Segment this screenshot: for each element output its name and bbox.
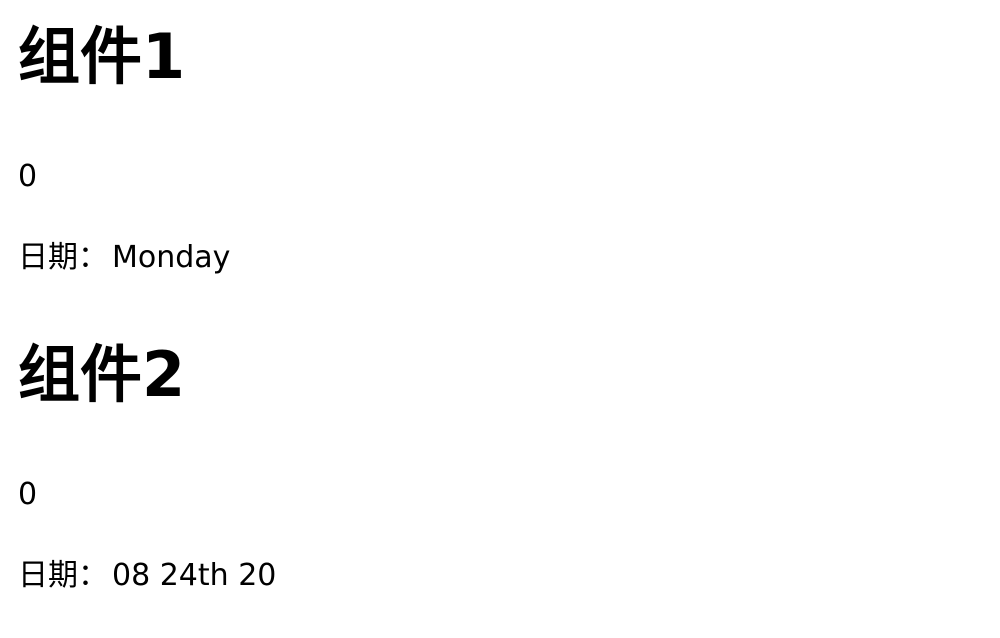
component-2-count: 0 (18, 477, 38, 512)
page: 组件1 0 日期： Monday 组件2 0 日期： 08 24th 20 (0, 0, 1000, 638)
component-1-title: 组件1 (18, 20, 186, 93)
component-1-date: 日期： Monday (18, 243, 230, 273)
component-1-date-label: 日期： (18, 240, 108, 275)
component-2-date-label: 日期： (18, 558, 108, 593)
component-2-title: 组件2 (18, 338, 186, 411)
component-1-date-value: Monday (112, 240, 231, 275)
component-1-count: 0 (18, 159, 38, 194)
component-2-date-value: 08 24th 20 (112, 558, 277, 593)
component-2-date: 日期： 08 24th 20 (18, 561, 276, 591)
